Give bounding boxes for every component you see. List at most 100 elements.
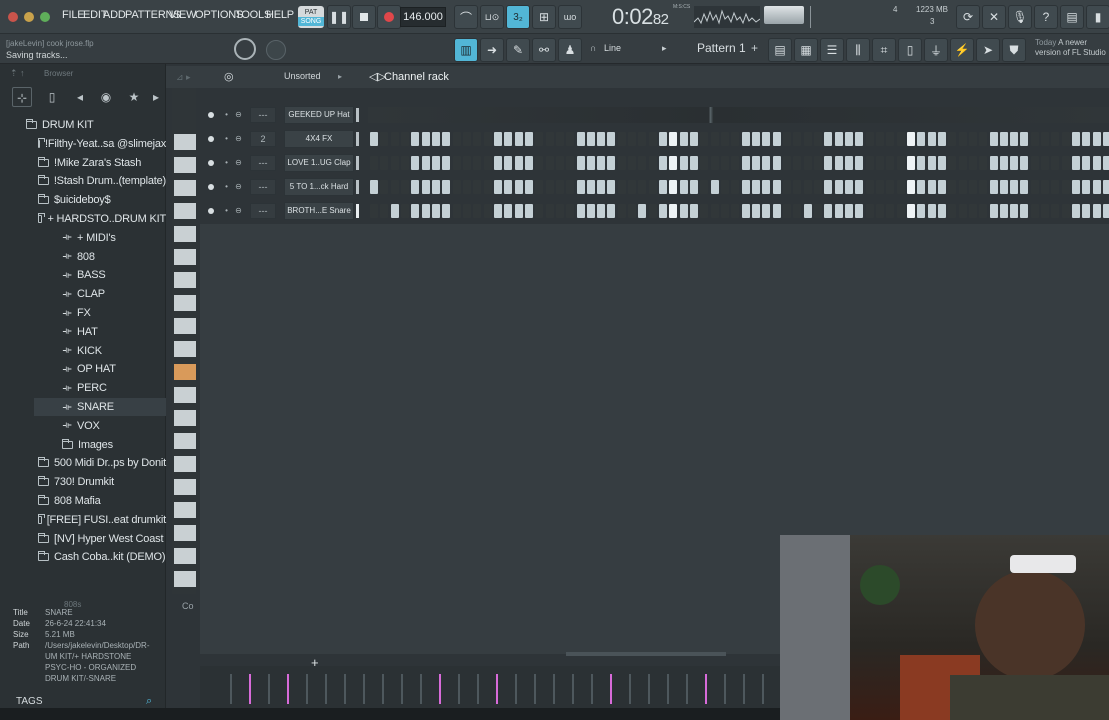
step-button[interactable]: [545, 180, 554, 194]
step-button[interactable]: [896, 156, 905, 170]
step-button[interactable]: [1051, 156, 1060, 170]
channel-color-key[interactable]: [174, 295, 196, 311]
plugin-picker-button[interactable]: ⌗: [872, 38, 896, 62]
step-button[interactable]: [442, 180, 451, 194]
step-button[interactable]: [411, 132, 420, 146]
step-button[interactable]: [700, 204, 709, 218]
step-button[interactable]: [576, 132, 585, 146]
step-button[interactable]: [1051, 204, 1060, 218]
step-button[interactable]: [669, 132, 678, 146]
step-button[interactable]: [638, 156, 647, 170]
step-button[interactable]: [710, 156, 719, 170]
step-button[interactable]: [400, 132, 409, 146]
step-button[interactable]: [937, 132, 946, 146]
step-button[interactable]: [979, 156, 988, 170]
channel-name-button[interactable]: BROTH...E Snare: [284, 202, 354, 220]
step-button[interactable]: [524, 132, 533, 146]
step-button[interactable]: [628, 132, 637, 146]
step-button[interactable]: [752, 204, 760, 218]
step-button[interactable]: [1072, 204, 1081, 218]
pattern-prev-arrow-icon[interactable]: ▸: [662, 43, 667, 54]
step-button[interactable]: [452, 180, 461, 194]
step-button[interactable]: [370, 132, 378, 146]
step-button[interactable]: [1051, 132, 1060, 146]
step-button[interactable]: [865, 180, 874, 194]
step-button[interactable]: [741, 132, 750, 146]
step-button[interactable]: [1082, 156, 1091, 170]
step-button[interactable]: [865, 132, 874, 146]
step-button[interactable]: [669, 180, 678, 194]
step-button[interactable]: [1072, 180, 1081, 194]
rack-swing-knob-icon[interactable]: ◎: [224, 70, 234, 83]
step-button[interactable]: [710, 132, 719, 146]
step-button[interactable]: [607, 204, 616, 218]
step-button[interactable]: [721, 132, 729, 146]
step-button[interactable]: [937, 156, 946, 170]
browser-item[interactable]: [FREE] FUSI..eat drumkit: [22, 511, 166, 529]
step-button[interactable]: [535, 180, 544, 194]
browser-item[interactable]: ⟛ HAT: [34, 323, 166, 341]
metronome-button[interactable]: ⌒: [454, 5, 478, 29]
step-button[interactable]: [483, 204, 492, 218]
step-button[interactable]: [1092, 180, 1101, 194]
channel-color-key[interactable]: [174, 180, 196, 196]
step-button[interactable]: [700, 156, 709, 170]
step-button[interactable]: [1030, 204, 1039, 218]
step-button[interactable]: [462, 132, 471, 146]
step-button[interactable]: [648, 156, 657, 170]
menu-view[interactable]: VIEW: [169, 9, 197, 21]
step-button[interactable]: [1041, 156, 1050, 170]
mixer-track-route[interactable]: ---: [250, 179, 276, 195]
step-button[interactable]: [628, 204, 637, 218]
step-button[interactable]: [638, 132, 647, 146]
channel-mute-led[interactable]: [208, 112, 214, 118]
step-button[interactable]: [1010, 204, 1019, 218]
step-button[interactable]: [721, 180, 729, 194]
step-button[interactable]: [659, 180, 668, 194]
step-button[interactable]: [679, 204, 688, 218]
step-button[interactable]: [1010, 132, 1019, 146]
step-button[interactable]: [617, 132, 626, 146]
step-button[interactable]: [493, 180, 502, 194]
browser-item[interactable]: ⟛ 808: [34, 248, 166, 266]
browser-plugins-button[interactable]: ◉: [96, 87, 116, 107]
step-button[interactable]: [968, 156, 977, 170]
browser-item[interactable]: Cash Coba..kit (DEMO): [22, 548, 166, 566]
step-button[interactable]: [370, 180, 378, 194]
channel-volume-knob-icon[interactable]: ⊖: [234, 134, 243, 143]
browser-speaker-button[interactable]: ◂: [70, 87, 90, 107]
step-button[interactable]: [793, 156, 802, 170]
channel-volume-knob-icon[interactable]: ⊖: [234, 206, 243, 215]
step-button[interactable]: [721, 156, 729, 170]
browser-item[interactable]: ⟛ FX: [34, 304, 166, 322]
step-button[interactable]: [927, 156, 936, 170]
step-button[interactable]: [1103, 156, 1109, 170]
edison-button[interactable]: ⚡: [950, 38, 974, 62]
step-button[interactable]: [783, 156, 791, 170]
step-button[interactable]: [700, 132, 709, 146]
step-button[interactable]: [483, 132, 492, 146]
step-button[interactable]: [524, 156, 533, 170]
step-button[interactable]: [555, 204, 564, 218]
step-button[interactable]: [535, 132, 544, 146]
step-button[interactable]: [731, 156, 740, 170]
step-button[interactable]: [617, 204, 626, 218]
step-button[interactable]: [803, 132, 812, 146]
channel-name-button[interactable]: LOVE 1..UG Clap: [284, 154, 354, 172]
channel-name-button[interactable]: 4X4 FX: [284, 130, 354, 148]
step-button[interactable]: [380, 180, 389, 194]
pause-button[interactable]: ❚❚: [327, 5, 351, 29]
channel-color-key[interactable]: [174, 364, 196, 380]
step-button[interactable]: [1061, 156, 1070, 170]
rack-scrollbar[interactable]: [566, 652, 726, 656]
step-button[interactable]: [617, 180, 626, 194]
browser-item[interactable]: DRUM KIT: [10, 116, 166, 134]
step-button[interactable]: [586, 180, 595, 194]
step-button[interactable]: [431, 132, 440, 146]
step-button[interactable]: [865, 156, 874, 170]
step-button[interactable]: [483, 180, 492, 194]
step-button[interactable]: [979, 132, 988, 146]
browser-item[interactable]: $uicideboy$: [22, 191, 166, 209]
step-button[interactable]: [524, 180, 533, 194]
browser-item[interactable]: ⟛ + MIDI's: [34, 229, 166, 247]
